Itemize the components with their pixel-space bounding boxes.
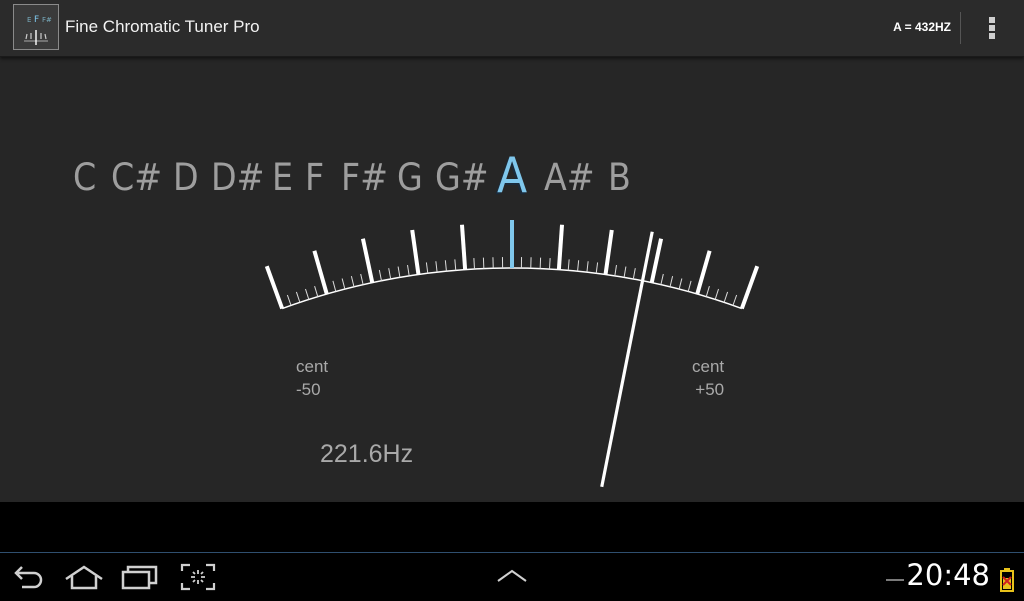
minor-tick [398,267,400,278]
major-tick [606,230,612,275]
note-a-sharp: A# [544,156,595,199]
major-tick [697,251,709,294]
note-c-sharp: C# [111,156,162,199]
note-d: D [173,156,199,199]
scale-max-label: cent +50 [692,355,724,401]
minor-tick [670,276,673,287]
minor-tick [436,261,437,272]
minor-tick [296,292,299,302]
minor-tick [688,281,691,292]
major-tick [314,251,326,294]
tuner-needle [602,232,653,487]
minor-tick [361,274,363,285]
home-icon[interactable] [62,559,106,595]
note-d-sharp: D# [211,156,265,199]
minor-tick [315,286,318,297]
minor-tick [445,260,446,271]
major-tick [412,230,418,275]
major-tick [652,239,661,283]
major-tick [267,266,282,308]
minor-tick [733,295,737,305]
minor-tick [624,267,626,278]
note-g-sharp: G# [435,156,489,199]
cent-gauge [0,0,1024,520]
minor-tick [455,259,456,270]
minor-tick [596,262,597,273]
note-b: B [608,156,631,199]
frequency-readout: 221.6Hz [320,440,413,469]
note-g: G [397,156,423,199]
minor-tick [287,295,291,305]
minor-tick [578,260,579,271]
note-a-active: A [497,147,527,204]
back-icon[interactable] [8,559,48,595]
note-e: E [272,156,293,199]
minor-tick [633,268,635,279]
minor-tick [706,286,709,297]
minor-tick [679,278,682,289]
minor-tick [426,262,427,273]
minor-tick [724,292,727,302]
clock: 20:48 [906,558,990,592]
major-tick [363,239,372,283]
minor-tick [550,258,551,269]
minor-tick [715,289,718,299]
scale-min-unit: cent [296,355,328,378]
bottom-strip [0,502,1024,552]
minor-tick [351,276,354,287]
minor-tick [474,258,475,269]
note-c: C [73,156,96,199]
minor-tick [615,265,617,276]
scale-min-value: -50 [296,378,328,401]
minor-tick [661,274,663,285]
screenshot-icon[interactable] [178,559,218,595]
scale-max-unit: cent [692,355,724,378]
minor-tick [342,278,345,289]
major-tick [462,225,465,270]
minor-tick [587,261,588,272]
note-f-sharp: F# [341,156,388,199]
minor-tick [408,265,410,276]
minor-tick [389,268,391,279]
minor-tick [333,281,336,292]
scale-max-value: +50 [692,378,724,401]
chevron-up-icon[interactable] [494,559,530,595]
major-tick [742,266,757,308]
recent-apps-icon[interactable] [120,559,160,595]
note-row: C C# D D# E F F# G G# A A# B [0,150,1024,210]
battery-icon [1000,568,1014,592]
minor-tick [379,270,381,281]
scale-min-label: cent -50 [296,355,328,401]
minor-tick [568,259,569,270]
status-indicator-dash [886,579,904,581]
gauge-arc [282,268,742,309]
minor-tick [305,289,308,299]
note-f: F [305,156,324,199]
system-nav-bar: 20:48 [0,552,1024,601]
major-tick [559,225,562,270]
